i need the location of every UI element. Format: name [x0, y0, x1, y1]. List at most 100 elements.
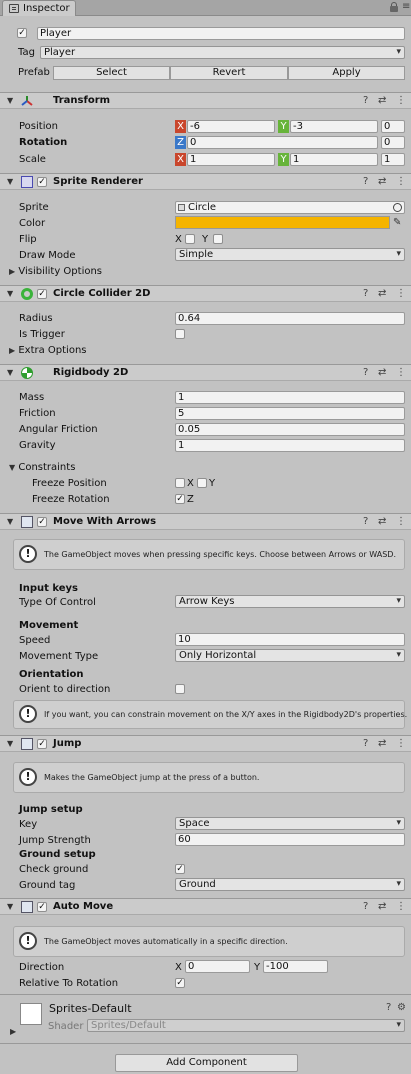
jump-strength-field[interactable]: 60 — [175, 833, 405, 846]
position-x-axis-label[interactable]: X — [175, 120, 186, 133]
shader-label: Shader — [48, 1021, 84, 1032]
presets-icon[interactable]: ⇄ — [378, 176, 386, 188]
context-menu-icon[interactable]: ⋮ — [396, 176, 406, 188]
help-icon[interactable]: ? — [363, 288, 368, 300]
color-field[interactable] — [175, 216, 390, 229]
scale-x-field[interactable]: 1 — [187, 153, 275, 166]
check-ground-checkbox[interactable]: ✓ — [175, 864, 185, 874]
help-icon[interactable]: ? — [363, 901, 368, 913]
context-menu-icon[interactable]: ⋮ — [396, 95, 406, 107]
help-icon[interactable]: ? — [386, 1002, 391, 1014]
movement-type-dropdown[interactable]: Only Horizontal — [175, 649, 405, 662]
fold-arrow-icon[interactable]: ▼ — [7, 289, 13, 298]
menu-icon[interactable]: ≡ — [402, 2, 410, 12]
context-menu-icon[interactable]: ⋮ — [396, 738, 406, 750]
fold-arrow-icon[interactable]: ▼ — [7, 368, 13, 377]
fold-arrow-icon[interactable]: ▼ — [7, 517, 13, 526]
help-icon[interactable]: ? — [363, 516, 368, 528]
freeze-position-y-checkbox[interactable] — [197, 478, 207, 488]
fold-arrow-icon[interactable]: ▼ — [7, 96, 13, 105]
prefab-revert-button[interactable]: Revert — [170, 66, 288, 80]
context-menu-icon[interactable]: ⋮ — [396, 516, 406, 528]
tab-inspector[interactable]: Inspector — [2, 0, 76, 16]
context-menu-icon[interactable]: ⋮ — [396, 367, 406, 379]
scale-y-axis-label[interactable]: Y — [278, 153, 289, 166]
extra-options-foldout[interactable]: ▶ Extra Options — [9, 345, 87, 357]
jump-enabled-checkbox[interactable]: ✓ — [37, 739, 47, 749]
relative-to-rotation-checkbox[interactable]: ✓ — [175, 978, 185, 988]
flip-x-checkbox[interactable] — [185, 234, 195, 244]
prefab-select-button[interactable]: Select — [53, 66, 170, 80]
rotation-w-field[interactable]: 0 — [381, 136, 405, 149]
eyedropper-icon[interactable]: ✎ — [393, 217, 404, 228]
rotation-z-field[interactable]: 0 — [187, 136, 378, 149]
draw-mode-dropdown[interactable]: Simple — [175, 248, 405, 261]
shader-dropdown[interactable]: Sprites/Default — [87, 1019, 405, 1032]
gravity-field[interactable]: 1 — [175, 439, 405, 452]
type-of-control-dropdown[interactable]: Arrow Keys — [175, 595, 405, 608]
key-dropdown[interactable]: Space — [175, 817, 405, 830]
presets-icon[interactable]: ⇄ — [378, 738, 386, 750]
add-component-button[interactable]: Add Component — [115, 1054, 298, 1072]
help-icon[interactable]: ? — [363, 367, 368, 379]
presets-icon[interactable]: ⇄ — [378, 901, 386, 913]
context-menu-icon[interactable]: ⋮ — [396, 901, 406, 913]
direction-y-field[interactable]: -100 — [263, 960, 328, 973]
context-menu-icon[interactable]: ⋮ — [396, 288, 406, 300]
freeze-rotation-z-checkbox[interactable]: ✓ — [175, 494, 185, 504]
scale-y-field[interactable]: 1 — [290, 153, 378, 166]
jump-header[interactable]: ▼ ✓ Jump ? ⇄ ⋮ — [0, 735, 411, 752]
presets-icon[interactable]: ⇄ — [378, 516, 386, 528]
transform-header[interactable]: ▼ Transform ? ⇄ ⋮ — [0, 92, 411, 109]
circle-collider-header[interactable]: ▼ ✓ Circle Collider 2D ? ⇄ ⋮ — [0, 285, 411, 302]
presets-icon[interactable]: ⇄ — [378, 367, 386, 379]
object-picker-icon[interactable] — [393, 203, 402, 212]
freeze-position-x-checkbox[interactable] — [175, 478, 185, 488]
position-y-axis-label[interactable]: Y — [278, 120, 289, 133]
help-icon[interactable]: ? — [363, 738, 368, 750]
scale-x-axis-label[interactable]: X — [175, 153, 186, 166]
radius-field[interactable]: 0.64 — [175, 312, 405, 325]
orient-to-direction-checkbox[interactable] — [175, 684, 185, 694]
move-with-arrows-header[interactable]: ▼ ✓ Move With Arrows ? ⇄ ⋮ — [0, 513, 411, 530]
auto-move-enabled-checkbox[interactable]: ✓ — [37, 902, 47, 912]
direction-x-field[interactable]: 0 — [185, 960, 250, 973]
speed-field[interactable]: 10 — [175, 633, 405, 646]
move-with-arrows-enabled-checkbox[interactable]: ✓ — [37, 517, 47, 527]
rigidbody-header[interactable]: ▼ Rigidbody 2D ? ⇄ ⋮ — [0, 364, 411, 381]
sprite-renderer-header[interactable]: ▼ ✓ Sprite Renderer ? ⇄ ⋮ — [0, 173, 411, 190]
presets-icon[interactable]: ⇄ — [378, 95, 386, 107]
is-trigger-checkbox[interactable] — [175, 329, 185, 339]
ground-tag-dropdown[interactable]: Ground — [175, 878, 405, 891]
mass-field[interactable]: 1 — [175, 391, 405, 404]
lock-icon[interactable] — [390, 2, 398, 12]
gear-icon[interactable]: ⚙ — [397, 1002, 406, 1014]
gameobject-name-input[interactable]: Player — [37, 27, 405, 40]
position-y-field[interactable]: -3 — [290, 120, 378, 133]
active-checkbox[interactable]: ✓ — [17, 28, 27, 38]
auto-move-header[interactable]: ▼ ✓ Auto Move ? ⇄ ⋮ — [0, 898, 411, 915]
move-info-text: The GameObject moves when pressing speci… — [44, 550, 396, 559]
prefab-apply-button[interactable]: Apply — [288, 66, 405, 80]
help-icon[interactable]: ? — [363, 95, 368, 107]
rotation-z-axis-label[interactable]: Z — [175, 136, 186, 149]
sprite-object-field[interactable]: Circle — [175, 201, 405, 214]
position-x-field[interactable]: -6 — [187, 120, 275, 133]
visibility-options-foldout[interactable]: ▶ Visibility Options — [9, 266, 102, 278]
fold-arrow-icon[interactable]: ▼ — [7, 177, 13, 186]
friction-field[interactable]: 5 — [175, 407, 405, 420]
sprite-renderer-enabled-checkbox[interactable]: ✓ — [37, 177, 47, 187]
help-icon[interactable]: ? — [363, 176, 368, 188]
fold-arrow-icon[interactable]: ▼ — [7, 902, 13, 911]
presets-icon[interactable]: ⇄ — [378, 288, 386, 300]
flip-y-checkbox[interactable] — [213, 234, 223, 244]
angular-friction-field[interactable]: 0.05 — [175, 423, 405, 436]
tag-dropdown[interactable]: Player — [40, 46, 405, 59]
material-preview[interactable] — [20, 1003, 42, 1025]
fold-arrow-icon[interactable]: ▼ — [7, 739, 13, 748]
constraints-foldout[interactable]: ▼ Constraints — [9, 462, 75, 474]
position-z-field[interactable]: 0 — [381, 120, 405, 133]
circle-collider-enabled-checkbox[interactable]: ✓ — [37, 289, 47, 299]
material-fold-arrow-icon[interactable]: ▶ — [10, 1027, 16, 1036]
scale-z-field[interactable]: 1 — [381, 153, 405, 166]
